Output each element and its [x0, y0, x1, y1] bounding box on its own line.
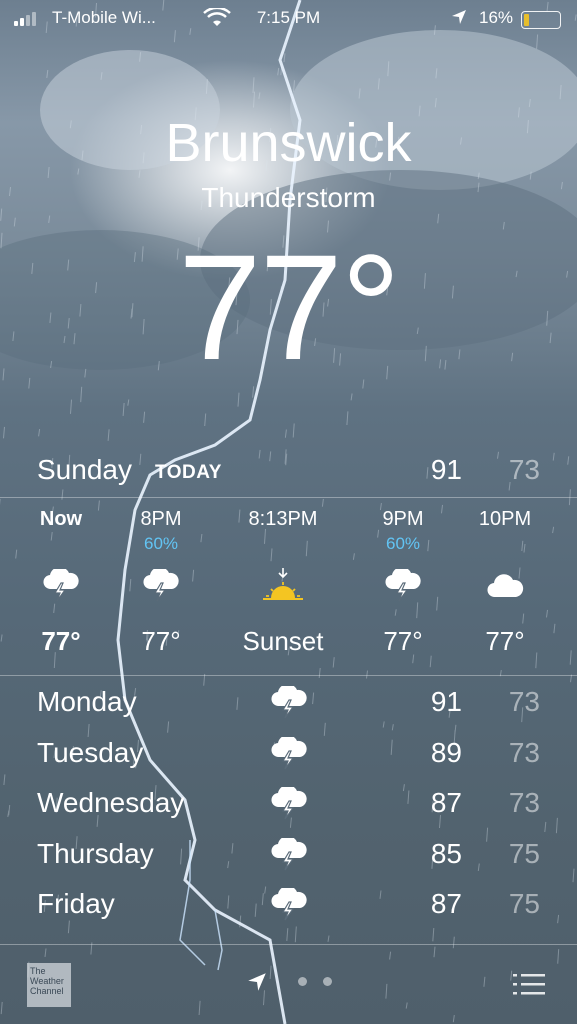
- thunderstorm-icon: [6, 562, 116, 610]
- day-name: Thursday: [37, 837, 154, 869]
- day-name: Monday: [37, 686, 137, 717]
- precip-chance: 60%: [143, 534, 179, 553]
- city-list-icon[interactable]: [513, 972, 545, 1003]
- battery-percent: 16%: [479, 8, 514, 27]
- day-low: 75: [508, 837, 540, 869]
- daily-row: Friday 87 75: [37, 885, 540, 939]
- precip-chance: [6, 534, 116, 562]
- hourly-forecast[interactable]: Now 77° 8PM 60% 77° 8:13PM Sunset 9PM 60…: [0, 508, 577, 668]
- hour-time: 8:13PM: [248, 508, 318, 530]
- thunderstorm-icon: [269, 885, 309, 929]
- today-high: 91: [430, 454, 462, 485]
- precip-chance: 60%: [385, 534, 421, 553]
- hour-temp: 77°: [141, 626, 181, 656]
- thunderstorm-icon: [269, 683, 309, 727]
- hour-temp: 77°: [485, 626, 525, 656]
- day-name: Wednesday: [37, 787, 185, 818]
- today-label: TODAY: [155, 462, 222, 483]
- current-condition: Thunderstorm: [201, 182, 376, 213]
- hour-temp: Sunset: [242, 626, 324, 656]
- daily-row: Thursday 85 75: [37, 835, 540, 889]
- bottom-toolbar: The Weather Channel: [0, 946, 577, 1024]
- day-low: 75: [508, 888, 540, 919]
- hourly-item: 8:13PM Sunset: [228, 508, 338, 657]
- daily-row: Monday 91 73: [37, 683, 540, 737]
- current-location-icon[interactable]: [247, 972, 267, 997]
- day-high: 89: [430, 736, 462, 768]
- status-bar: T-Mobile Wi... 7:15 PM 16%: [0, 0, 577, 36]
- day-high: 91: [430, 686, 462, 717]
- hour-time: 9PM: [382, 508, 424, 530]
- hourly-item: Now 77°: [6, 508, 116, 657]
- daily-row: Wednesday 87 73: [37, 784, 540, 838]
- divider: [0, 497, 577, 498]
- thunderstorm-icon: [269, 784, 309, 828]
- hour-time: Now: [39, 508, 83, 530]
- today-low: 73: [508, 454, 540, 485]
- hourly-item: 10PM 77°: [450, 508, 560, 657]
- daily-forecast[interactable]: Monday 91 73 Tuesday 89 73 Wednesday 87 …: [37, 683, 540, 939]
- day-name: Friday: [37, 888, 115, 919]
- thunderstorm-icon: [269, 734, 309, 778]
- divider: [0, 944, 577, 945]
- hour-temp: 77°: [383, 626, 423, 656]
- day-high: 87: [430, 787, 462, 818]
- location-services-icon: [451, 9, 467, 30]
- page-dot[interactable]: [298, 977, 307, 986]
- day-high: 87: [430, 888, 462, 919]
- thunderstorm-icon: [106, 562, 216, 610]
- weather-channel-logo[interactable]: The Weather Channel: [27, 963, 71, 1007]
- precip-chance: [450, 534, 560, 562]
- today-day: Sunday: [37, 454, 132, 485]
- today-summary-row: Sunday TODAY 91 73: [37, 452, 540, 492]
- precip-chance: [228, 534, 338, 562]
- hour-temp: 77°: [41, 626, 81, 656]
- divider: [0, 675, 577, 676]
- thunderstorm-icon: [269, 835, 309, 879]
- current-temperature: 77°: [178, 223, 401, 391]
- daily-row: Tuesday 89 73: [37, 734, 540, 788]
- hour-time: 10PM: [478, 508, 532, 530]
- day-name: Tuesday: [37, 736, 144, 768]
- hourly-item: 8PM 60% 77°: [106, 508, 216, 657]
- battery-icon: [521, 11, 561, 29]
- page-dot[interactable]: [323, 977, 332, 986]
- sunset-icon: [228, 562, 338, 610]
- day-high: 85: [430, 837, 462, 869]
- day-low: 73: [508, 787, 540, 818]
- day-low: 73: [508, 686, 540, 717]
- thunderstorm-icon: [348, 562, 458, 610]
- hourly-item: 9PM 60% 77°: [348, 508, 458, 657]
- page-indicator[interactable]: [298, 977, 332, 986]
- cloud-icon: [450, 562, 560, 610]
- hour-time: 8PM: [140, 508, 182, 530]
- day-low: 73: [508, 736, 540, 768]
- city-name: Brunswick: [165, 113, 412, 173]
